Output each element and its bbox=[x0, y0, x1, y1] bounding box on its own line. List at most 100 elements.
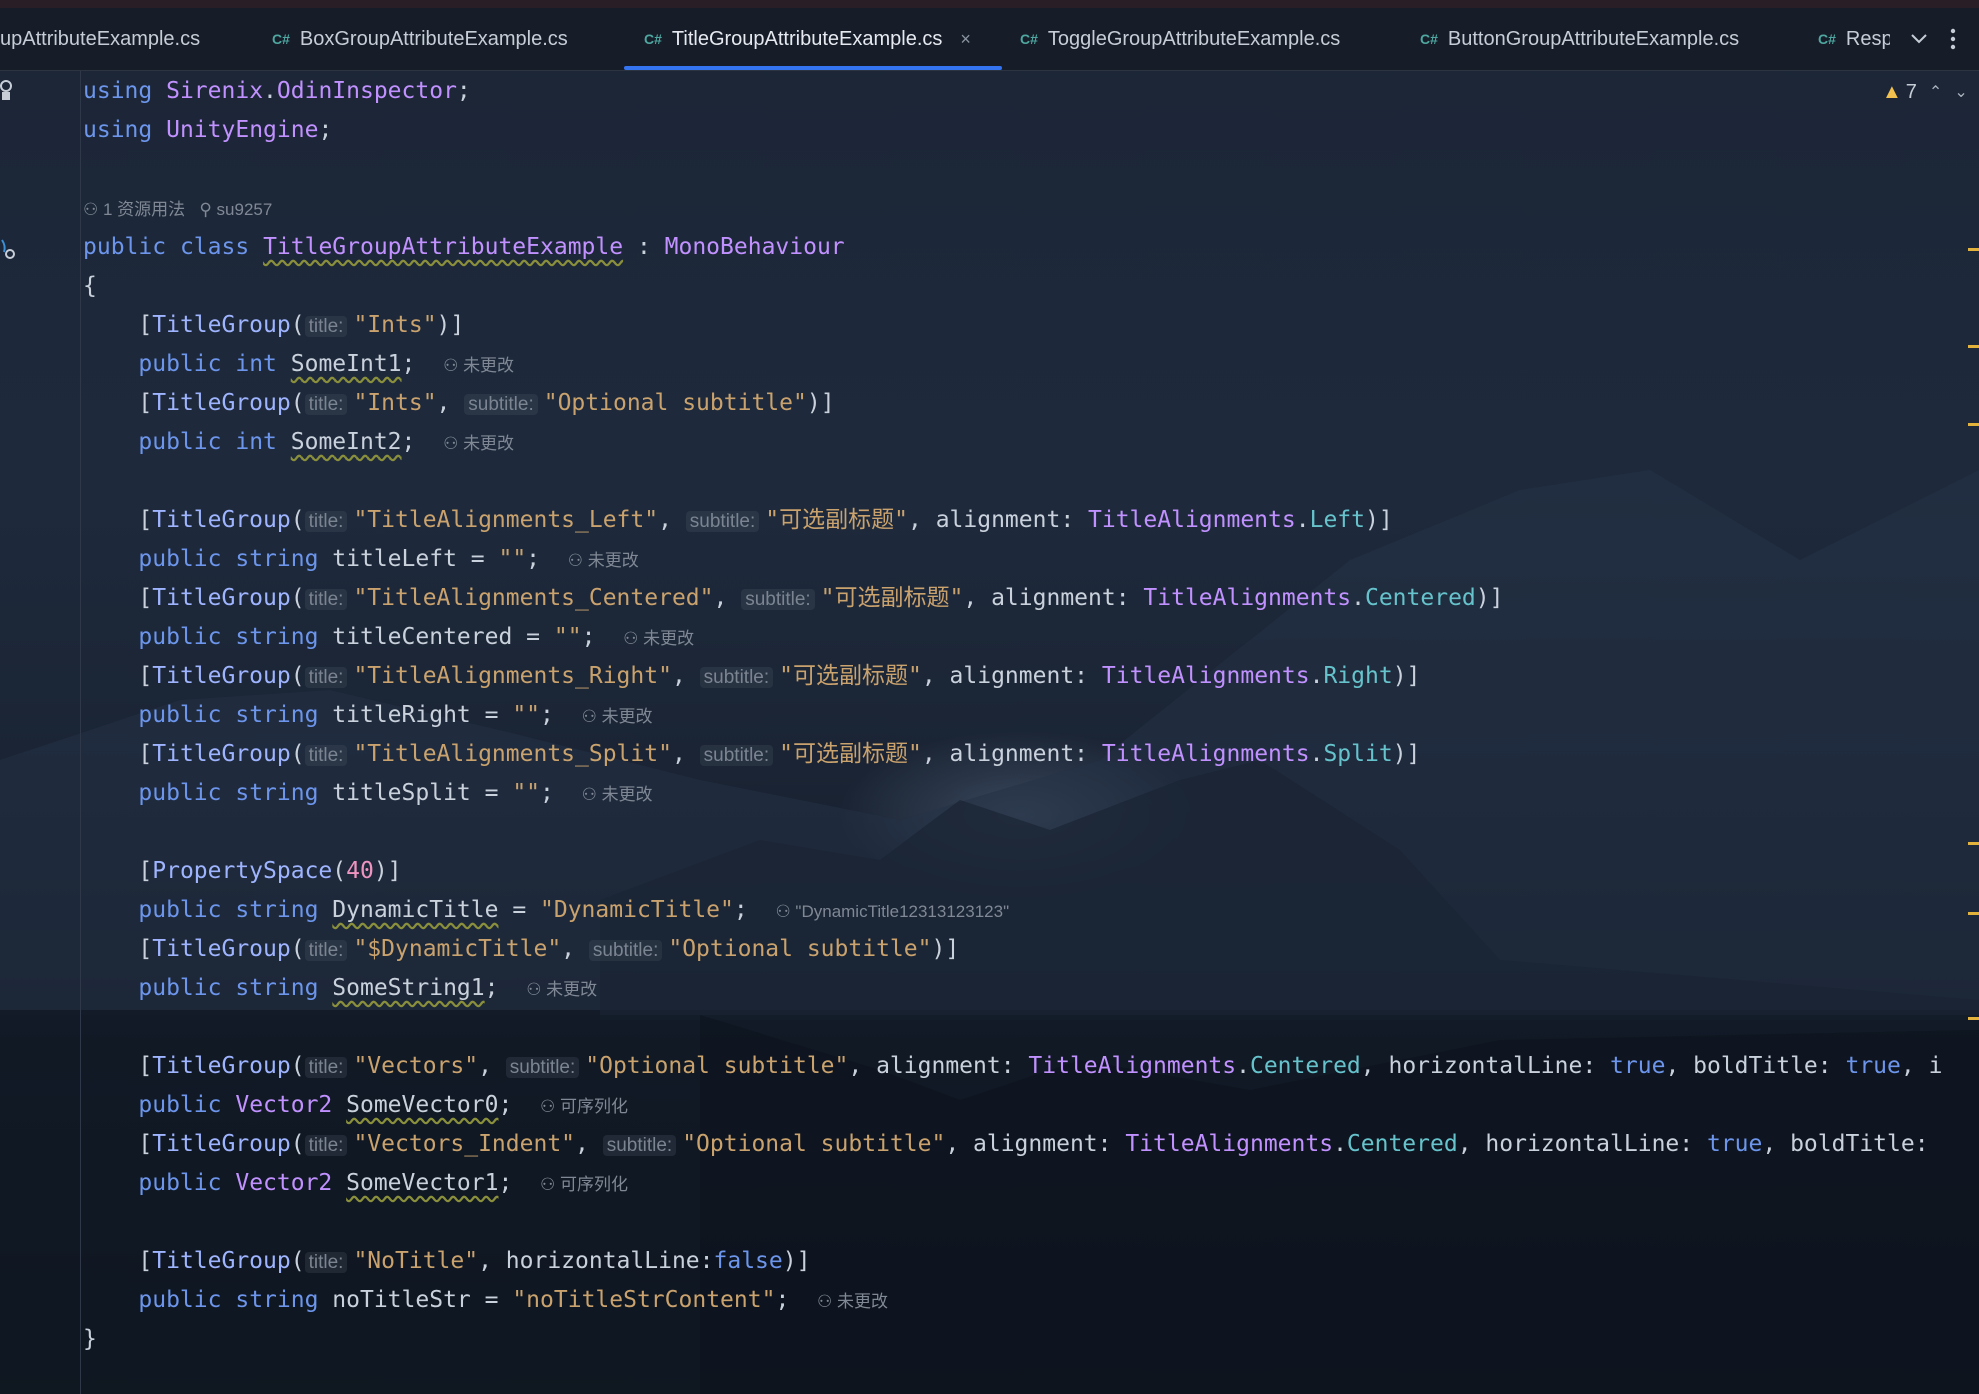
hint-text: 未更改 bbox=[546, 980, 598, 999]
code-line[interactable]: public Vector2 SomeVector1; ⚇ 可序列化 bbox=[83, 1164, 628, 1203]
code-line[interactable]: [TitleGroup(title: "TitleAlignments_Right… bbox=[83, 657, 1420, 696]
code-line[interactable]: { bbox=[83, 267, 97, 306]
unity-serialized-hint[interactable]: ⚇ 可序列化 bbox=[540, 1175, 628, 1194]
code-line[interactable]: public string titleSplit = ""; ⚇ 未更改 bbox=[83, 774, 653, 813]
code-line[interactable]: [PropertySpace(40)] bbox=[83, 852, 401, 891]
enum-member: Centered bbox=[1346, 1131, 1458, 1157]
field-name: noTitleStr bbox=[332, 1287, 471, 1313]
string-literal: "可选副标题" bbox=[779, 741, 922, 767]
keyword: public bbox=[138, 1170, 222, 1196]
string-literal: "Vectors" bbox=[353, 1053, 479, 1079]
bool-literal: true bbox=[1845, 1053, 1901, 1079]
keyword: public bbox=[138, 546, 222, 572]
author-icon: ⚲ bbox=[199, 200, 212, 219]
usages-count[interactable]: 1 资源用法 bbox=[103, 200, 185, 219]
string-literal: "Optional subtitle" bbox=[668, 936, 932, 962]
keyword: string bbox=[235, 897, 319, 923]
parameter-hint: title: bbox=[304, 1057, 348, 1078]
code-line[interactable]: [TitleGroup(title: "TitleAlignments_Split… bbox=[83, 735, 1420, 774]
code-editor[interactable]: using Sirenix.OdinInspector; using Unity… bbox=[0, 0, 1979, 1394]
code-line[interactable]: [TitleGroup(title: "TitleAlignments_Cente… bbox=[83, 579, 1503, 618]
unity-serialized-hint[interactable]: ⚇ 未更改 bbox=[582, 707, 653, 726]
named-arg: alignment bbox=[935, 507, 1061, 533]
unity-serialized-hint[interactable]: ⚇ 未更改 bbox=[623, 629, 694, 648]
code-line[interactable]: using UnityEngine; bbox=[83, 111, 332, 150]
string-literal: "Optional subtitle" bbox=[543, 390, 807, 416]
field-name: SomeInt1 bbox=[290, 351, 402, 377]
code-vision-meta[interactable]: ⚇ 1 资源用法 ⚲ su9257 bbox=[83, 197, 272, 223]
number-literal: 40 bbox=[346, 858, 374, 884]
enum-member: Right bbox=[1323, 663, 1393, 689]
code-line[interactable]: } bbox=[83, 1320, 97, 1359]
parameter-hint: title: bbox=[304, 940, 348, 961]
code-line[interactable]: [TitleGroup(title: "$DynamicTitle", subti… bbox=[83, 930, 959, 969]
author-name[interactable]: su9257 bbox=[217, 200, 273, 219]
code-line[interactable]: public int SomeInt1; ⚇ 未更改 bbox=[83, 345, 514, 384]
attribute-name: TitleGroup bbox=[152, 1131, 291, 1157]
field-name: titleRight bbox=[332, 702, 471, 728]
keyword: string bbox=[235, 780, 319, 806]
parameter-hint: title: bbox=[304, 1135, 348, 1156]
hint-text: "DynamicTitle12313123123" bbox=[795, 902, 1010, 921]
keyword: public bbox=[138, 429, 222, 455]
named-arg: horizontalLine bbox=[1388, 1053, 1583, 1079]
parameter-hint: subtitle: bbox=[588, 940, 663, 961]
unity-serialized-hint[interactable]: ⚇ "DynamicTitle12313123123" bbox=[775, 902, 1009, 921]
code-line[interactable]: [TitleGroup(title: "Vectors_Indent", subt… bbox=[83, 1125, 1942, 1164]
named-arg: boldTitle bbox=[1790, 1131, 1915, 1157]
field-name: SomeVector0 bbox=[346, 1092, 499, 1118]
keyword: public bbox=[83, 234, 167, 260]
parameter-hint: title: bbox=[304, 745, 348, 766]
parameter-hint: title: bbox=[304, 589, 348, 610]
unity-serialized-hint[interactable]: ⚇ 未更改 bbox=[582, 785, 653, 804]
string-literal: "TitleAlignments_Left" bbox=[353, 507, 659, 533]
attribute-name: TitleGroup bbox=[152, 663, 291, 689]
code-line[interactable]: [TitleGroup(title: "NoTitle", horizontalL… bbox=[83, 1242, 810, 1281]
keyword: public bbox=[138, 1287, 222, 1313]
code-line[interactable]: [TitleGroup(title: "TitleAlignments_Left"… bbox=[83, 501, 1392, 540]
parameter-hint: title: bbox=[304, 667, 348, 688]
code-line[interactable]: public Vector2 SomeVector0; ⚇ 可序列化 bbox=[83, 1086, 628, 1125]
namespace: OdinInspector bbox=[276, 78, 457, 104]
named-arg: horizontalLine bbox=[505, 1248, 700, 1274]
code-line[interactable]: public string SomeString1; ⚇ 未更改 bbox=[83, 969, 597, 1008]
unity-serialized-hint[interactable]: ⚇ 未更改 bbox=[526, 980, 597, 999]
code-line[interactable]: public string noTitleStr = "noTitleStrCo… bbox=[83, 1281, 888, 1320]
code-line[interactable]: public string titleRight = ""; ⚇ 未更改 bbox=[83, 696, 653, 735]
string-literal: "Vectors_Indent" bbox=[353, 1131, 576, 1157]
code-line[interactable]: using Sirenix.OdinInspector; bbox=[83, 72, 471, 111]
code-line[interactable]: [TitleGroup(title: "Ints")] bbox=[83, 306, 464, 345]
attribute-name: TitleGroup bbox=[152, 507, 291, 533]
unity-serialized-hint[interactable]: ⚇ 可序列化 bbox=[540, 1097, 628, 1116]
enum-type: TitleAlignments bbox=[1088, 507, 1296, 533]
punct: { bbox=[83, 273, 97, 299]
punct: } bbox=[83, 1326, 97, 1352]
parameter-hint: subtitle: bbox=[505, 1057, 580, 1078]
enum-type: TitleAlignments bbox=[1101, 663, 1310, 689]
code-line[interactable]: public string titleCentered = ""; ⚇ 未更改 bbox=[83, 618, 694, 657]
string-literal: "$DynamicTitle" bbox=[353, 936, 562, 962]
code-line[interactable]: public string titleLeft = ""; ⚇ 未更改 bbox=[83, 540, 639, 579]
unity-serialized-hint[interactable]: ⚇ 未更改 bbox=[443, 434, 514, 453]
string-literal: "Ints" bbox=[353, 390, 437, 416]
string-literal: "可选副标题" bbox=[820, 585, 964, 611]
string-literal: "" bbox=[498, 546, 527, 572]
unity-serialized-hint[interactable]: ⚇ 未更改 bbox=[443, 356, 514, 375]
code-line[interactable]: [TitleGroup(title: "Ints", subtitle: "Opti… bbox=[83, 384, 834, 423]
attribute-name: TitleGroup bbox=[152, 1053, 291, 1079]
code-line[interactable]: public class TitleGroupAttributeExample … bbox=[83, 228, 845, 267]
unity-serialized-hint[interactable]: ⚇ 未更改 bbox=[817, 1292, 888, 1311]
field-name: SomeVector1 bbox=[346, 1170, 499, 1196]
code-line[interactable]: public string DynamicTitle = "DynamicTit… bbox=[83, 891, 1009, 930]
string-literal: "Ints" bbox=[353, 312, 437, 338]
unity-serialized-hint[interactable]: ⚇ 未更改 bbox=[568, 551, 639, 570]
enum-member: Centered bbox=[1364, 585, 1476, 611]
parameter-hint: title: bbox=[304, 394, 348, 415]
keyword: public bbox=[138, 624, 222, 650]
string-literal: "Optional subtitle" bbox=[682, 1131, 946, 1157]
code-line[interactable]: public int SomeInt2; ⚇ 未更改 bbox=[83, 423, 514, 462]
code-line[interactable]: [TitleGroup(title: "Vectors", subtitle: "O… bbox=[83, 1047, 1942, 1086]
keyword: using bbox=[83, 117, 153, 143]
enum-type: TitleAlignments bbox=[1125, 1131, 1334, 1157]
string-literal: "DynamicTitle" bbox=[540, 897, 734, 923]
